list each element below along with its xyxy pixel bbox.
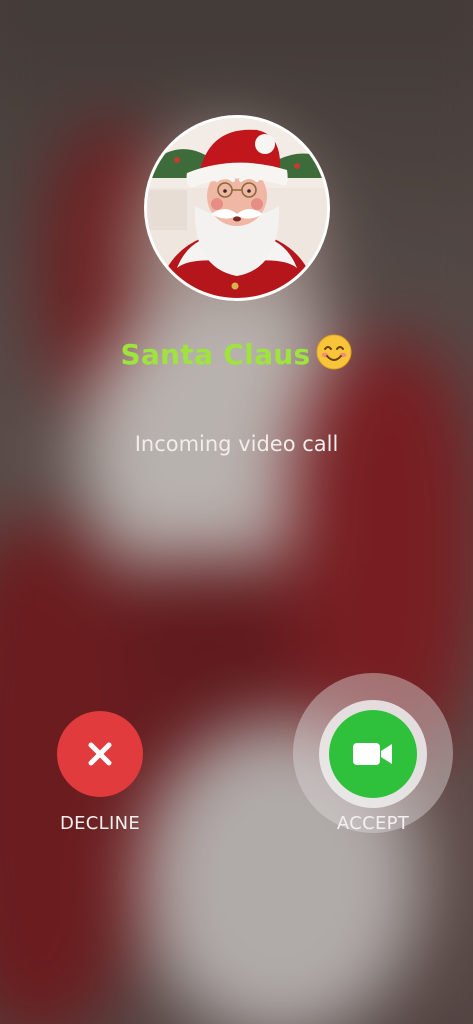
accept-button[interactable] [329,710,417,798]
santa-avatar-image [147,118,327,298]
caller-name: Santa Claus [0,334,473,371]
decline-label: DECLINE [59,813,141,834]
video-camera-icon [353,743,392,765]
caller-avatar [144,115,330,301]
smiling-face-emoji-icon [316,334,352,370]
close-icon [88,742,112,766]
incoming-call-screen: Santa Claus Incoming video call DECLINE … [0,0,473,1024]
decline-button[interactable] [57,711,143,797]
caller-name-text: Santa Claus [120,338,311,371]
accept-label: ACCEPT [336,813,410,834]
call-status-text: Incoming video call [134,432,339,456]
